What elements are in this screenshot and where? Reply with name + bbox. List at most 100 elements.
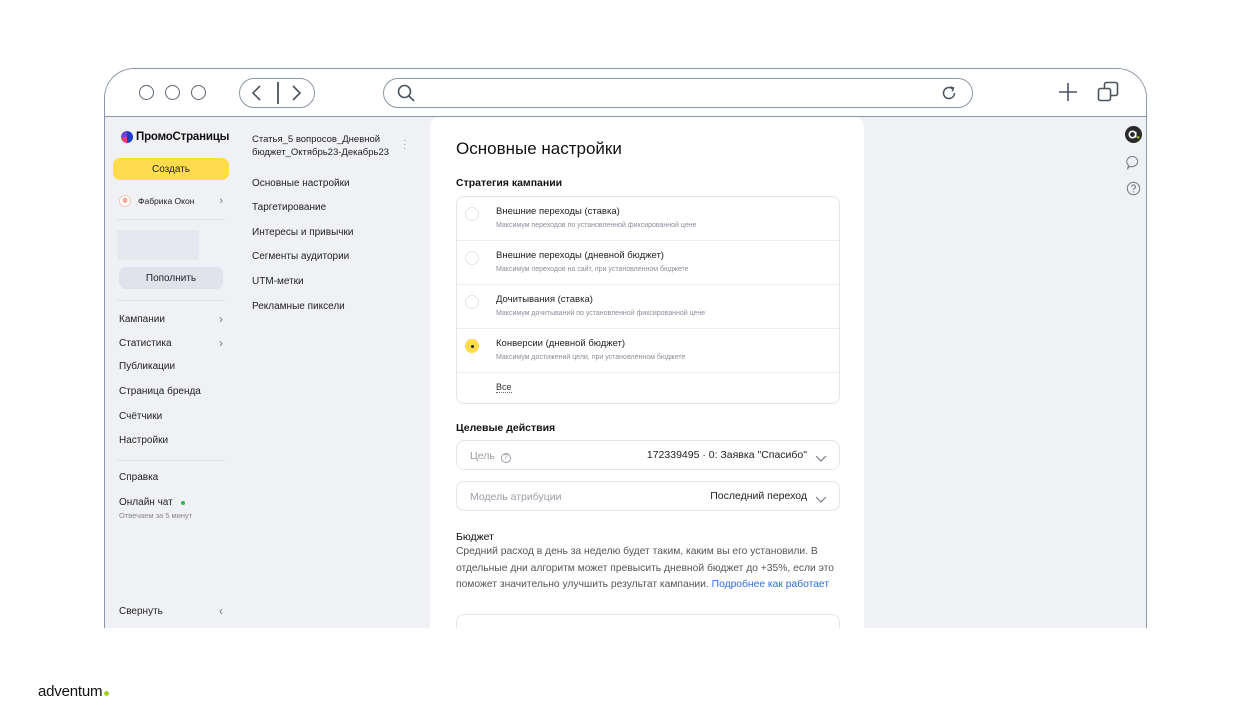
- sidebar-item-label: Счётчики: [119, 411, 163, 422]
- account-selector[interactable]: Ф Фабрика Окон ›: [119, 195, 223, 207]
- browser-toolbar: [105, 69, 1146, 117]
- promo-logo[interactable]: ПромоСтраницы: [121, 131, 229, 143]
- sidebar-item-brand-page[interactable]: Страница бренда: [119, 386, 223, 397]
- chevron-down-icon: [815, 491, 827, 503]
- help-circle-icon[interactable]: ?: [500, 453, 511, 463]
- sidebar-item-label: Настройки: [119, 435, 169, 446]
- radio-button-checked[interactable]: [465, 339, 479, 353]
- sidebar-item-statistics[interactable]: Статистика ›: [119, 336, 223, 350]
- strategy-option-selected[interactable]: Конверсии (дневной бюджет) Максимум дост…: [457, 329, 839, 373]
- radio-button[interactable]: [465, 207, 479, 221]
- window-control-close[interactable]: [139, 85, 154, 100]
- promo-logo-icon: [121, 131, 133, 143]
- chat-response-note: Отвечаем за 5 минут: [119, 511, 193, 520]
- brand-name: adventum: [38, 683, 103, 700]
- chevron-right-icon: ›: [219, 195, 223, 207]
- option-title: Внешние переходы (дневной бюджет): [496, 250, 664, 261]
- budget-input[interactable]: [456, 614, 840, 628]
- chevron-left-icon: ‹: [219, 604, 223, 618]
- balance-placeholder: [117, 230, 199, 260]
- sidebar-item-online-chat[interactable]: Онлайн чат: [119, 497, 223, 508]
- chevron-right-icon: ›: [219, 312, 223, 326]
- goal-select[interactable]: Цель? 172339495 · 0: Заявка "Спасибо": [456, 440, 840, 470]
- collapse-sidebar-button[interactable]: Свернуть ‹: [119, 604, 223, 618]
- option-title: Конверсии (дневной бюджет): [496, 338, 626, 349]
- online-status-dot: [180, 500, 185, 505]
- subnav-item-utm[interactable]: UTM-метки: [252, 276, 304, 287]
- page-title: Основные настройки: [456, 139, 622, 158]
- show-all-strategies-link[interactable]: Все: [496, 382, 512, 393]
- help-circle-icon[interactable]: [1126, 181, 1141, 201]
- attribution-select[interactable]: Модель атрибуции Последний переход: [456, 481, 840, 511]
- sidebar-item-label: Страница бренда: [119, 386, 201, 397]
- user-avatar-icon[interactable]: [1125, 126, 1142, 148]
- create-button[interactable]: Создать: [113, 158, 229, 180]
- brand-dot: [104, 691, 110, 696]
- radio-button[interactable]: [465, 295, 479, 309]
- sidebar-item-label: Онлайн чат: [119, 497, 173, 508]
- subnav-item-targeting[interactable]: Таргетирование: [252, 202, 326, 213]
- windows-icon[interactable]: [1096, 80, 1120, 109]
- sidebar-item-counters[interactable]: Счётчики: [119, 411, 223, 422]
- chat-bubble-icon[interactable]: [1126, 155, 1141, 175]
- sidebar: ПромоСтраницы Создать Ф Фабрика Окон › П…: [105, 117, 229, 628]
- sidebar-item-help[interactable]: Справка: [119, 472, 223, 483]
- subnav-item-audience-segments[interactable]: Сегменты аудитории: [252, 251, 349, 262]
- subnav-item-pixels[interactable]: Рекламные пиксели: [252, 301, 345, 312]
- nav-separator: [277, 82, 279, 104]
- campaign-subnav: Статья_5 вопросов_Дневной бюджет_Октябрь…: [242, 117, 422, 628]
- search-icon: [396, 83, 416, 108]
- goal-label: Цель?: [470, 450, 511, 463]
- forward-chevron-icon[interactable]: [286, 83, 306, 103]
- address-bar[interactable]: [383, 78, 973, 108]
- more-options-icon[interactable]: · · ·: [403, 136, 406, 154]
- radio-button[interactable]: [465, 251, 479, 265]
- reload-icon[interactable]: [940, 84, 958, 107]
- sidebar-item-label: Справка: [119, 472, 159, 483]
- strategy-option[interactable]: Внешние переходы (дневной бюджет) Максим…: [457, 241, 839, 285]
- sidebar-item-campaigns[interactable]: Кампании ›: [119, 312, 223, 326]
- sidebar-item-label: Кампании: [119, 313, 165, 325]
- target-actions-label: Целевые действия: [456, 422, 556, 434]
- sidebar-item-label: Свернуть: [119, 605, 163, 617]
- window-control-maximize[interactable]: [191, 85, 206, 100]
- new-tab-plus-icon[interactable]: [1057, 81, 1079, 108]
- attribution-label: Модель атрибуции: [470, 491, 562, 503]
- goal-value: 172339495 · 0: Заявка "Спасибо": [646, 449, 807, 461]
- adventum-logo: adventum: [38, 683, 110, 700]
- chevron-right-icon: ›: [219, 336, 223, 350]
- budget-more-link[interactable]: Подробнее как работает: [712, 579, 829, 590]
- divider: [117, 219, 225, 220]
- back-chevron-icon[interactable]: [248, 83, 268, 103]
- divider: [117, 300, 225, 301]
- logo-text: ПромоСтраницы: [136, 131, 230, 143]
- option-subtitle: Максимум дочитываний по установленной фи…: [496, 310, 706, 317]
- option-title: Дочитывания (ставка): [496, 294, 593, 305]
- topup-button[interactable]: Пополнить: [119, 267, 223, 289]
- strategy-option[interactable]: Внешние переходы (ставка) Максимум перех…: [457, 197, 839, 241]
- budget-description: Средний расход в день за неделю будет та…: [456, 544, 846, 594]
- chevron-down-icon: [815, 450, 827, 462]
- option-subtitle: Максимум переходов по установленной фикс…: [496, 222, 697, 229]
- strategy-option[interactable]: Дочитывания (ставка) Максимум дочитывани…: [457, 285, 839, 329]
- strategy-label: Стратегия кампании: [456, 177, 563, 189]
- account-avatar: Ф: [119, 195, 131, 207]
- main-settings-panel: Основные настройки Стратегия кампании Вн…: [430, 117, 864, 628]
- app-area: ПромоСтраницы Создать Ф Фабрика Окон › П…: [105, 117, 1146, 628]
- window-control-minimize[interactable]: [165, 85, 180, 100]
- option-subtitle: Максимум достижений цели, при установлен…: [496, 354, 686, 361]
- browser-window: ПромоСтраницы Создать Ф Фабрика Окон › П…: [104, 68, 1147, 628]
- attribution-value: Последний переход: [710, 490, 807, 502]
- sidebar-item-settings[interactable]: Настройки: [119, 435, 223, 446]
- subnav-item-main-settings[interactable]: Основные настройки: [252, 178, 350, 189]
- sidebar-item-label: Статистика: [119, 337, 172, 349]
- account-name: Фабрика Окон: [138, 196, 195, 206]
- divider: [117, 460, 225, 461]
- subnav-item-interests[interactable]: Интересы и привычки: [252, 227, 353, 238]
- sidebar-item-label: Публикации: [119, 361, 176, 372]
- strategy-options: Внешние переходы (ставка) Максимум перех…: [456, 196, 840, 404]
- option-title: Внешние переходы (ставка): [496, 206, 620, 217]
- budget-label: Бюджет: [456, 531, 494, 543]
- option-subtitle: Максимум переходов на сайт, при установл…: [496, 266, 689, 273]
- sidebar-item-publications[interactable]: Публикации: [119, 361, 223, 372]
